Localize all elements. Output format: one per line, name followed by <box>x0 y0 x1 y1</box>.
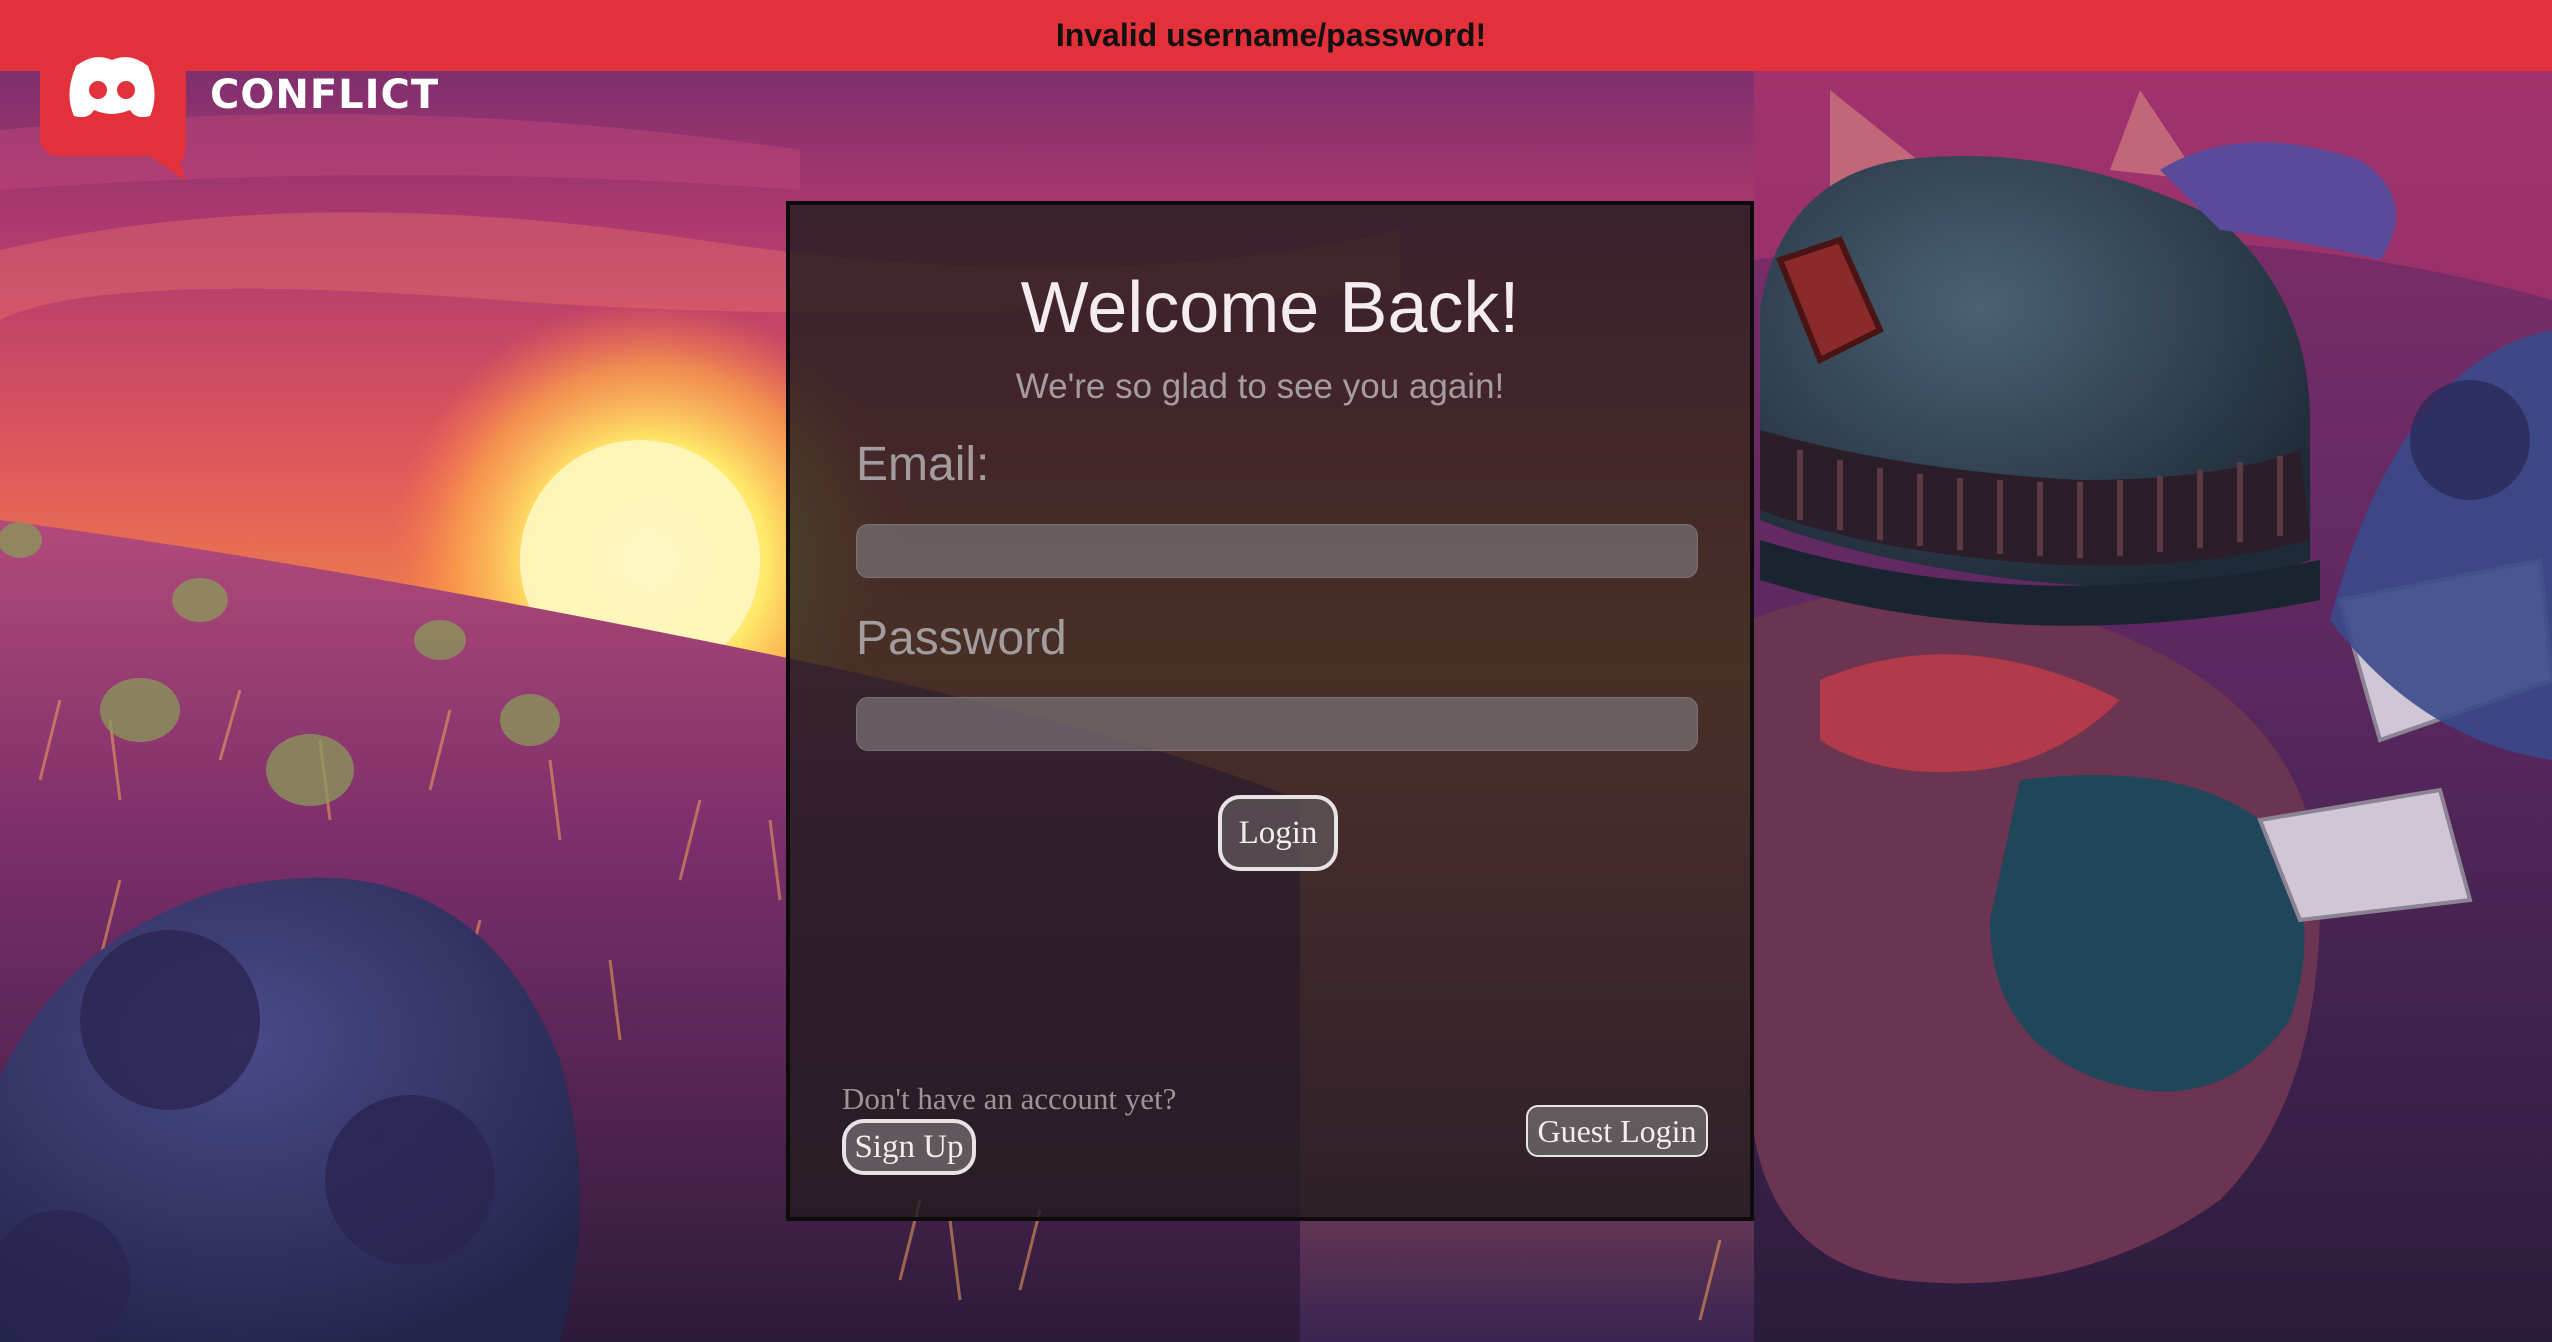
password-label: Password <box>856 612 1067 665</box>
brand-name[interactable]: CONFLICT <box>210 72 439 118</box>
signup-button[interactable]: Sign Up <box>842 1119 976 1175</box>
email-label: Email: <box>856 438 990 491</box>
signup-prompt: Don't have an account yet? <box>842 1081 1177 1116</box>
email-field[interactable] <box>856 524 1698 578</box>
welcome-title: Welcome Back! <box>1020 268 1520 348</box>
welcome-subtitle: We're so glad to see you again! <box>1015 367 1505 406</box>
game-controller-chat-bubble-icon[interactable] <box>40 16 186 181</box>
login-button[interactable]: Login <box>1218 795 1338 871</box>
error-banner: Invalid username/password! <box>0 0 2552 71</box>
password-field[interactable] <box>856 697 1698 751</box>
error-message: Invalid username/password! <box>1055 17 1487 53</box>
login-card: Welcome Back! We're so glad to see you a… <box>786 201 1754 1221</box>
guest-login-button[interactable]: Guest Login <box>1526 1105 1708 1157</box>
